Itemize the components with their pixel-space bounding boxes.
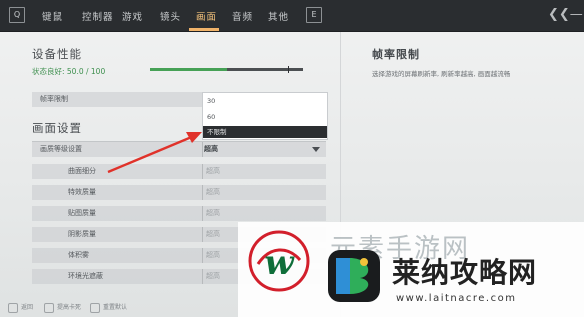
row-label: 画质等级设置 xyxy=(40,145,82,153)
device-status-text: 状态良好: 50.0 / 100 xyxy=(32,67,106,76)
device-performance-title: 设备性能 xyxy=(32,47,82,61)
row-divider xyxy=(202,227,203,242)
tab-camera[interactable]: 镜头 xyxy=(160,9,181,23)
row-label: 特效质量 xyxy=(68,188,96,196)
detail-description: 选择游戏的屏幕刷新率, 刷新率越高, 画面越流畅 xyxy=(372,70,511,78)
frame-limit-option-60[interactable]: 60 xyxy=(207,113,215,121)
watermark-brand-logo-icon xyxy=(328,250,380,302)
top-nav-bar: Q 键鼠 控制器 游戏 镜头 画面 音频 其他 E ❮❮— xyxy=(0,0,584,32)
row-divider xyxy=(202,206,203,221)
hint-unstuck[interactable]: 提高卡死 xyxy=(44,302,81,313)
row-divider xyxy=(202,164,203,179)
row-divider xyxy=(202,142,203,157)
performance-bar-fill xyxy=(150,68,227,71)
frame-limit-option-30[interactable]: 30 xyxy=(207,97,215,105)
hint-reset-default[interactable]: 重置默认 xyxy=(90,302,127,313)
row-value: 超高 xyxy=(206,230,220,238)
watermark-w-logo-icon: w xyxy=(248,230,310,292)
frame-limit-label: 帧率限制 xyxy=(40,95,68,103)
prev-tab-key-icon[interactable]: Q xyxy=(9,7,25,23)
key-icon xyxy=(8,302,18,313)
display-settings-title: 画面设置 xyxy=(32,121,82,135)
row-value: 超高 xyxy=(206,272,220,280)
active-tab-indicator xyxy=(189,28,219,31)
setting-row-effects[interactable]: 特效质量 超高 xyxy=(32,185,326,200)
setting-row-tessellation[interactable]: 曲面细分 超高 xyxy=(32,164,326,179)
back-arrow-icon[interactable]: ❮❮— xyxy=(548,6,583,24)
row-value: 超高 xyxy=(206,209,220,217)
tab-display[interactable]: 画面 xyxy=(196,9,217,23)
setting-row-textures[interactable]: 贴图质量 超高 xyxy=(32,206,326,221)
row-label: 环境光遮蔽 xyxy=(68,272,103,280)
detail-title: 帧率限制 xyxy=(372,48,420,61)
row-divider xyxy=(202,248,203,263)
tab-audio[interactable]: 音频 xyxy=(232,9,253,23)
frame-limit-dropdown[interactable]: 30 60 不限制 xyxy=(202,92,328,140)
tab-keyboard-mouse[interactable]: 键鼠 xyxy=(42,9,63,23)
row-label: 阴影质量 xyxy=(68,230,96,238)
key-icon xyxy=(90,302,100,313)
frame-limit-option-unlimited[interactable]: 不限制 xyxy=(203,126,327,138)
row-value: 超高 xyxy=(204,145,218,153)
chevron-down-icon[interactable] xyxy=(312,147,320,152)
tab-controller[interactable]: 控制器 xyxy=(82,9,114,23)
key-icon xyxy=(44,302,54,313)
quality-preset-row[interactable]: 画质等级设置 超高 xyxy=(32,142,326,157)
row-label: 曲面细分 xyxy=(68,167,96,175)
svg-text:w: w xyxy=(264,243,295,283)
row-divider xyxy=(202,185,203,200)
row-value: 超高 xyxy=(206,167,220,175)
hint-back[interactable]: 返回 xyxy=(8,302,33,313)
tab-game[interactable]: 游戏 xyxy=(122,9,143,23)
performance-bar-marker xyxy=(288,66,289,73)
row-label: 体积雾 xyxy=(68,251,89,259)
row-label: 贴图质量 xyxy=(68,209,96,217)
watermark-url: www.laitnacre.com xyxy=(396,293,517,304)
row-divider xyxy=(202,269,203,284)
performance-bar xyxy=(150,66,303,73)
watermark-site-name: 莱纳攻略网 xyxy=(392,256,538,289)
tab-other[interactable]: 其他 xyxy=(268,9,289,23)
row-value: 超高 xyxy=(206,251,220,259)
row-value: 超高 xyxy=(206,188,220,196)
next-tab-key-icon[interactable]: E xyxy=(306,7,322,23)
